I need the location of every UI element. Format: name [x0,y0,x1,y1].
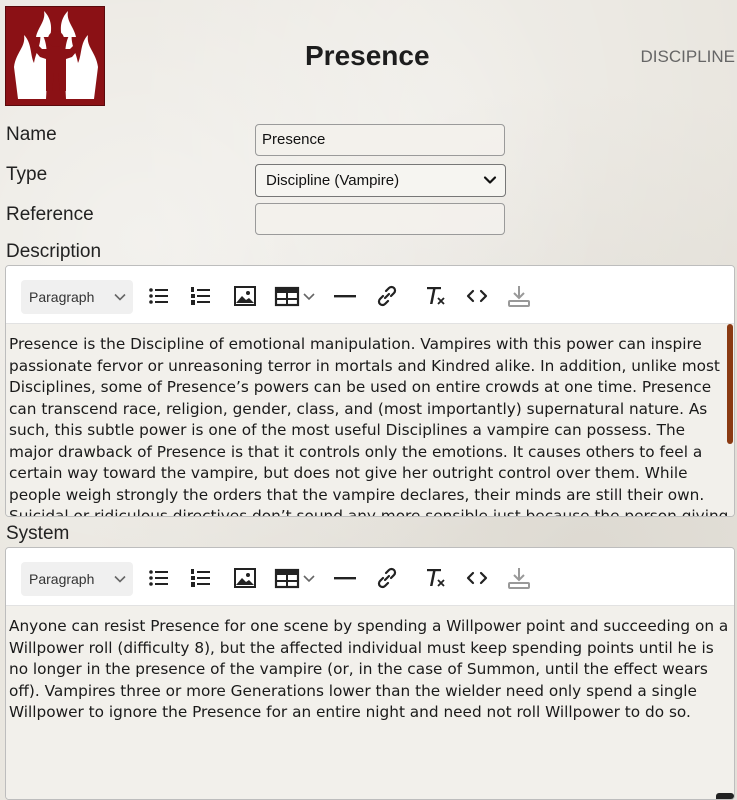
reference-label: Reference [6,204,94,225]
document-type-label: DISCIPLINE [640,47,735,66]
system-editor[interactable]: Paragraph Anyone can resist Presence for… [5,547,735,800]
description-label: Description [6,241,102,262]
paragraph-format-label: Paragraph [29,571,95,587]
code-icon[interactable] [464,283,490,309]
numbered-list-icon[interactable] [188,283,214,309]
chevron-down-icon [483,176,497,184]
numbered-list-icon[interactable] [188,565,214,591]
link-icon[interactable] [374,283,400,309]
clear-format-icon[interactable] [422,283,448,309]
type-select-value: Discipline (Vampire) [266,172,400,189]
presence-emblem-graphic [14,11,98,99]
bullet-list-icon[interactable] [146,565,172,591]
image-icon[interactable] [232,565,258,591]
type-select[interactable]: Discipline (Vampire) [255,164,506,197]
download-icon[interactable] [506,565,532,591]
table-icon[interactable] [274,283,320,309]
code-icon[interactable] [464,565,490,591]
chevron-down-icon [114,293,126,301]
presence-emblem-icon[interactable] [5,6,105,106]
description-scrollbar[interactable] [727,324,733,444]
table-icon[interactable] [274,565,320,591]
download-icon[interactable] [506,283,532,309]
image-icon[interactable] [232,283,258,309]
system-content[interactable]: Anyone can resist Presence for one scene… [6,606,734,799]
paragraph-format-select[interactable]: Paragraph [21,280,133,314]
description-content[interactable]: Presence is the Discipline of emotional … [6,324,734,516]
paragraph-format-label: Paragraph [29,289,95,305]
clear-format-icon[interactable] [422,565,448,591]
page-title: Presence [305,40,430,71]
system-toolbar: Paragraph [6,548,734,606]
chevron-down-icon [114,575,126,583]
reference-field[interactable] [255,203,505,235]
description-toolbar: Paragraph [6,266,734,324]
horizontal-rule-icon[interactable] [332,283,358,309]
horizontal-rule-icon[interactable] [332,565,358,591]
header: Presence DISCIPLINE [0,0,737,112]
name-label: Name [6,124,57,145]
description-editor[interactable]: Paragraph Presence is the Discipline of … [5,265,735,517]
paragraph-format-select[interactable]: Paragraph [21,562,133,596]
bullet-list-icon[interactable] [146,283,172,309]
system-label: System [6,523,70,544]
resize-handle[interactable] [716,793,734,799]
link-icon[interactable] [374,565,400,591]
name-field[interactable]: Presence [255,124,505,156]
type-label: Type [6,164,48,185]
